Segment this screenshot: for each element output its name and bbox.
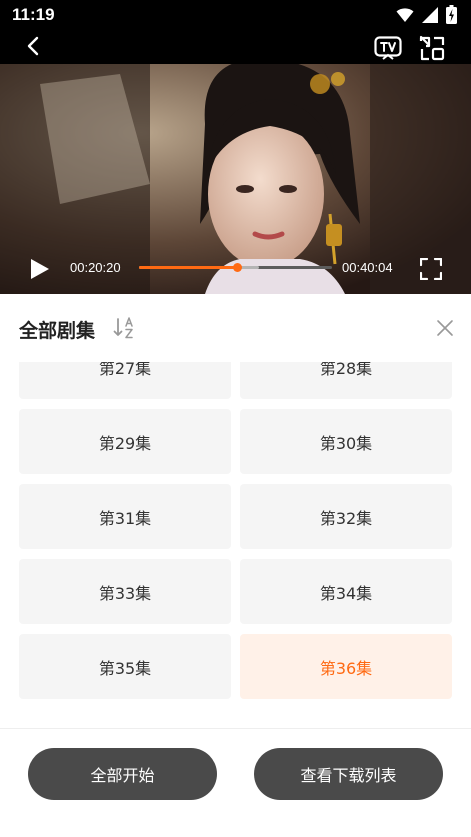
top-bar: 11:19 xyxy=(0,0,471,64)
panel-title: 全部剧集 xyxy=(19,320,96,342)
episode-item[interactable]: 第29集 xyxy=(19,409,231,474)
wifi-icon xyxy=(396,7,414,22)
video-player[interactable]: 00:20:20 00:40:04 xyxy=(0,64,471,294)
current-time: 00:20:20 xyxy=(70,260,121,275)
sort-az-icon[interactable] xyxy=(113,316,137,340)
episode-item[interactable]: 第30集 xyxy=(240,409,452,474)
episode-item[interactable]: 第27集 xyxy=(19,362,231,399)
back-icon[interactable] xyxy=(22,34,46,58)
episode-item[interactable]: 第32集 xyxy=(240,484,452,549)
status-time: 11:19 xyxy=(12,5,55,24)
signal-icon xyxy=(422,6,438,23)
switch-icon[interactable] xyxy=(419,35,445,61)
episode-item[interactable]: 第31集 xyxy=(19,484,231,549)
progress-bar[interactable] xyxy=(139,263,332,272)
episode-grid: 第27集 第28集 第29集 第30集 第31集 第32集 第33集 第34集 第35集 第36集 xyxy=(19,362,452,699)
play-icon[interactable] xyxy=(30,258,50,280)
start-all-button[interactable]: 全部开始 xyxy=(28,748,217,800)
played-bar xyxy=(139,266,238,269)
view-download-list-button[interactable]: 查看下载列表 xyxy=(254,748,443,800)
status-icons xyxy=(396,5,457,24)
fullscreen-icon[interactable] xyxy=(420,258,442,280)
battery-charging-icon xyxy=(446,5,457,24)
total-duration: 00:40:04 xyxy=(342,260,393,275)
episode-item-selected[interactable]: 第36集 xyxy=(240,634,452,699)
progress-knob[interactable] xyxy=(233,263,243,272)
episode-item[interactable]: 第33集 xyxy=(19,559,231,624)
episode-item[interactable]: 第34集 xyxy=(240,559,452,624)
footer-divider xyxy=(0,728,471,729)
episode-item[interactable]: 第28集 xyxy=(240,362,452,399)
tv-cast-icon[interactable] xyxy=(374,36,402,60)
close-icon[interactable] xyxy=(436,319,454,337)
episode-list[interactable]: 第27集 第28集 第29集 第30集 第31集 第32集 第33集 第34集 第35集 第36集 xyxy=(19,362,453,708)
episode-item[interactable]: 第35集 xyxy=(19,634,231,699)
episode-download-screen: 11:19 00:20:20 00:40:04 全部剧集 第27集 第28集 第… xyxy=(0,0,471,837)
